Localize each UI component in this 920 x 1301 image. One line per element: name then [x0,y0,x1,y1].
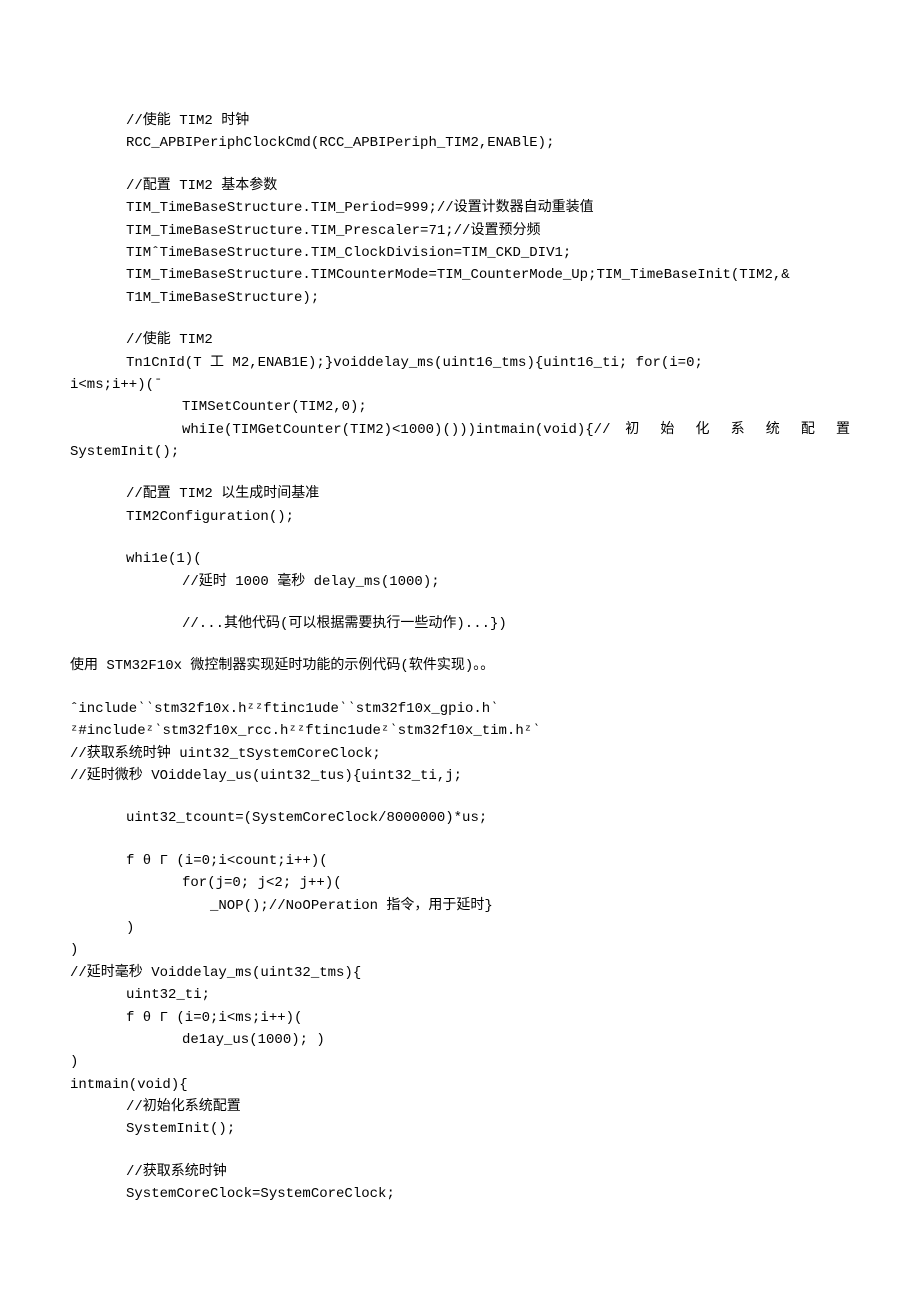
code-line: //延时 1000 毫秒 delay_ms(1000); [70,571,850,593]
code-line [70,528,850,548]
code-line: uint32_ti; [70,984,850,1006]
code-line: whiIe(TIMGetCounter(TIM2)<1000)()))intma… [70,419,850,441]
code-line: TIM_TimeBaseStructure.TIM_Period=999;//设… [70,197,850,219]
code-line: TIMˆTimeBaseStructure.TIM_ClockDivision=… [70,242,850,264]
code-line: uint32_tcount=(SystemCoreClock/8000000)*… [70,807,850,829]
code-line: de1ay_us(1000); ) [70,1029,850,1051]
code-line: //获取系统时钟 uint32_tSystemCoreClock; [70,743,850,765]
code-content: //使能 TIM2 时钟RCC_APBIPeriphClockCmd(RCC_A… [70,110,850,1206]
code-line: //配置 TIM2 基本参数 [70,175,850,197]
code-line: TIMSetCounter(TIM2,0); [70,396,850,418]
code-line: //使能 TIM2 [70,329,850,351]
code-line: intmain(void){ [70,1074,850,1096]
code-line: 使用 STM32F10x 微控制器实现延时功能的示例代码(软件实现)。。 [70,655,850,677]
code-line [70,635,850,655]
code-line: _NOP();//NoOPeration 指令，用于延时} [70,895,850,917]
code-line: ˆinclude‵‵stm32f10x.hᶻᶻftinc1ude‵‵stm32f… [70,698,850,720]
code-line: //...其他代码(可以根据需要执行一些动作)...}) [70,613,850,635]
code-line: SystemInit(); [70,441,850,463]
code-line: TIM2Configuration(); [70,506,850,528]
code-line [70,830,850,850]
code-line: //延时毫秒 Voiddelay_ms(uint32_tms){ [70,962,850,984]
code-line: T1M_TimeBaseStructure); [70,287,850,309]
code-line: //配置 TIM2 以生成时间基准 [70,483,850,505]
code-line: ) [70,939,850,961]
code-line: SystemCoreClock=SystemCoreClock; [70,1183,850,1205]
code-line: Tn1CnId(T 工 M2,ENAB1E);}voiddelay_ms(uin… [70,352,850,374]
code-line: f θ Γ (i=0;i<ms;i++)( [70,1007,850,1029]
code-line [70,593,850,613]
code-line: f θ Γ (i=0;i<count;i++)( [70,850,850,872]
code-line: ᶻ#includeᶻ‵stm32f10x_rcc.hᶻᶻftinc1udeᶻ‵s… [70,720,850,742]
code-line [70,1141,850,1161]
code-line: //使能 TIM2 时钟 [70,110,850,132]
code-line: //获取系统时钟 [70,1161,850,1183]
code-line [70,309,850,329]
code-line: //延时微秒 VOiddelay_us(uint32_tus){uint32_t… [70,765,850,787]
code-line: TIM_TimeBaseStructure.TIMCounterMode=TIM… [70,264,850,286]
code-line: SystemInit(); [70,1118,850,1140]
code-line: //初始化系统配置 [70,1096,850,1118]
code-line: for(j=0; j<2; j++)( [70,872,850,894]
document-page: //使能 TIM2 时钟RCC_APBIPeriphClockCmd(RCC_A… [0,0,920,1296]
code-line: RCC_APBIPeriphClockCmd(RCC_APBIPeriph_TI… [70,132,850,154]
code-line [70,463,850,483]
code-line [70,678,850,698]
code-line: whi1e(1)( [70,548,850,570]
code-line [70,155,850,175]
code-line: TIM_TimeBaseStructure.TIM_Prescaler=71;/… [70,220,850,242]
code-line: ) [70,917,850,939]
code-line [70,787,850,807]
code-line: i<ms;i++)(ˉ [70,374,850,396]
code-line: ) [70,1051,850,1073]
